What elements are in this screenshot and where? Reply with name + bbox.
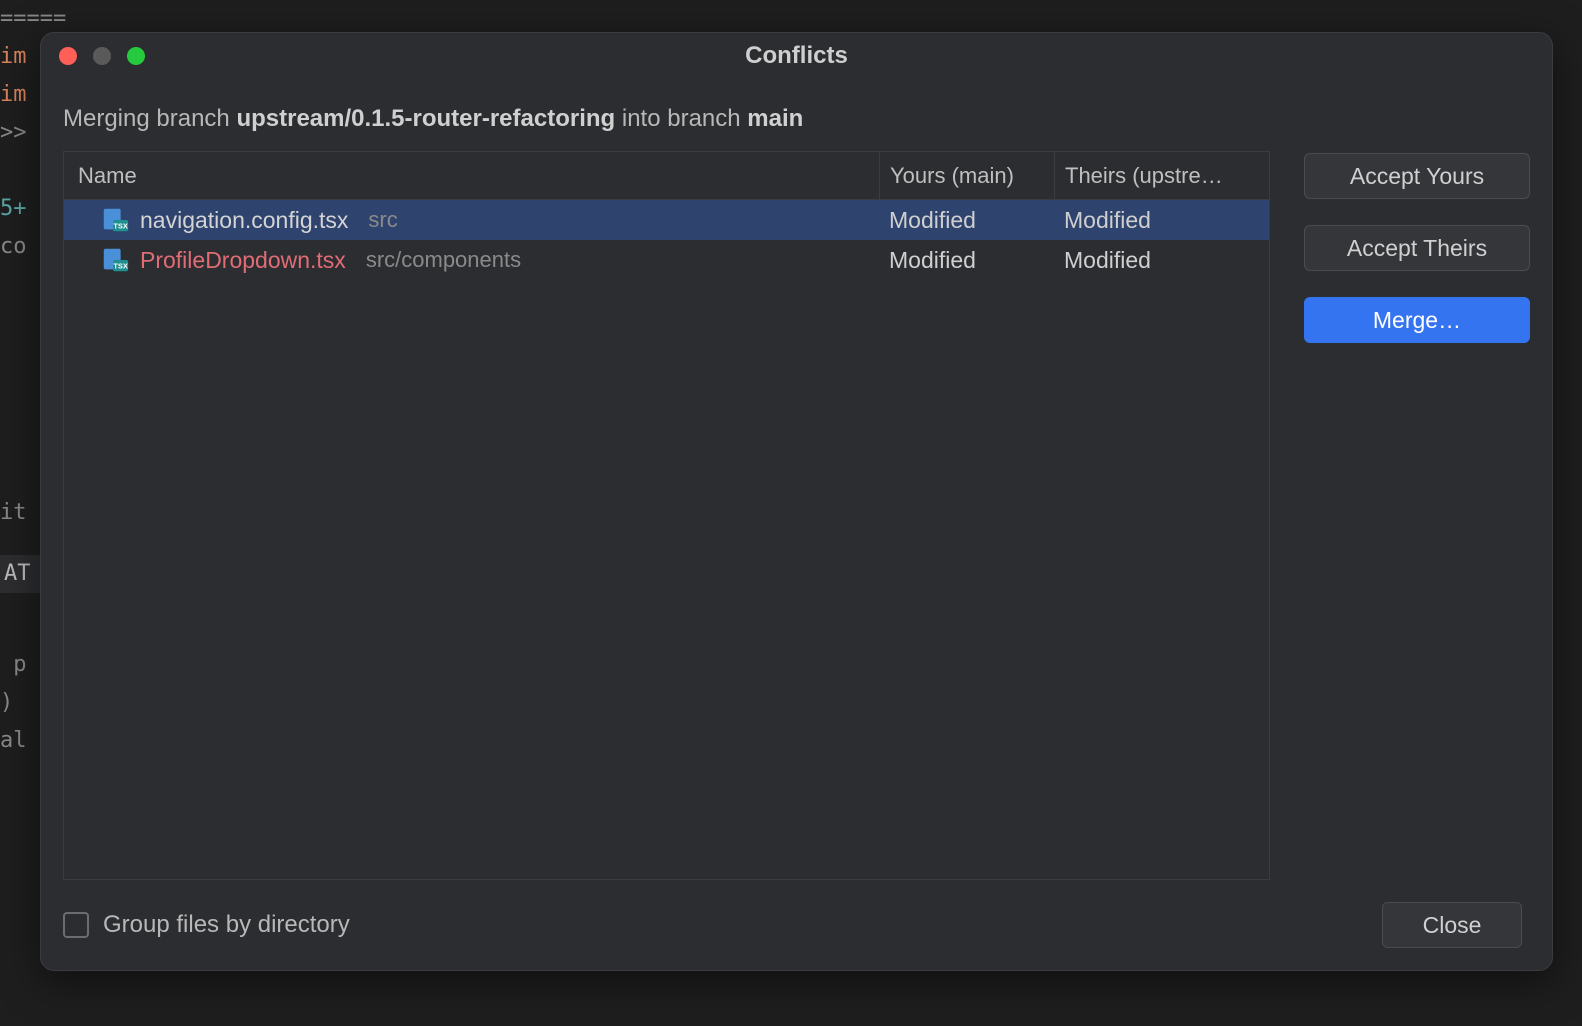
conflicts-table: Name Yours (main) Theirs (upstre… TSX na…	[63, 151, 1270, 880]
target-branch: main	[747, 105, 803, 132]
column-yours[interactable]: Yours (main)	[879, 152, 1054, 199]
yours-status: Modified	[879, 207, 1054, 234]
column-theirs[interactable]: Theirs (upstre…	[1054, 152, 1269, 199]
accept-theirs-button[interactable]: Accept Theirs	[1304, 225, 1530, 271]
table-row[interactable]: TSX ProfileDropdown.tsx src/components M…	[64, 240, 1269, 280]
window-controls	[59, 47, 145, 65]
group-by-directory-checkbox[interactable]	[63, 912, 89, 938]
svg-text:TSX: TSX	[113, 221, 128, 230]
group-by-directory-row[interactable]: Group files by directory	[63, 911, 350, 939]
window-zoom-icon[interactable]	[127, 47, 145, 65]
dialog-title: Conflicts	[745, 42, 848, 70]
merge-description: Merging branch upstream/0.1.5-router-ref…	[41, 79, 1552, 151]
window-minimize-icon	[93, 47, 111, 65]
file-name: ProfileDropdown.tsx	[140, 247, 346, 274]
svg-text:TSX: TSX	[113, 261, 128, 270]
accept-yours-button[interactable]: Accept Yours	[1304, 153, 1530, 199]
theirs-status: Modified	[1054, 207, 1269, 234]
merge-button[interactable]: Merge…	[1304, 297, 1530, 343]
window-close-icon[interactable]	[59, 47, 77, 65]
merge-prefix: Merging branch	[63, 105, 236, 132]
background-panel-tab: AT	[0, 555, 40, 593]
yours-status: Modified	[879, 247, 1054, 274]
action-buttons: Accept Yours Accept Theirs Merge…	[1304, 151, 1530, 880]
tsx-file-icon: TSX	[100, 210, 130, 230]
column-name[interactable]: Name	[64, 163, 879, 189]
table-row[interactable]: TSX navigation.config.tsx src Modified M…	[64, 200, 1269, 240]
dialog-footer: Group files by directory Close	[41, 880, 1552, 970]
theirs-status: Modified	[1054, 247, 1269, 274]
group-by-directory-label: Group files by directory	[103, 911, 350, 939]
table-header: Name Yours (main) Theirs (upstre…	[64, 152, 1269, 200]
file-path: src/components	[366, 247, 521, 273]
merge-mid: into branch	[615, 105, 747, 132]
conflicts-dialog: Conflicts Merging branch upstream/0.1.5-…	[40, 32, 1553, 971]
close-button[interactable]: Close	[1382, 902, 1522, 948]
file-path: src	[368, 207, 397, 233]
tsx-file-icon: TSX	[100, 250, 130, 270]
source-branch: upstream/0.1.5-router-refactoring	[236, 105, 615, 132]
file-name: navigation.config.tsx	[140, 207, 348, 234]
dialog-titlebar: Conflicts	[41, 33, 1552, 79]
